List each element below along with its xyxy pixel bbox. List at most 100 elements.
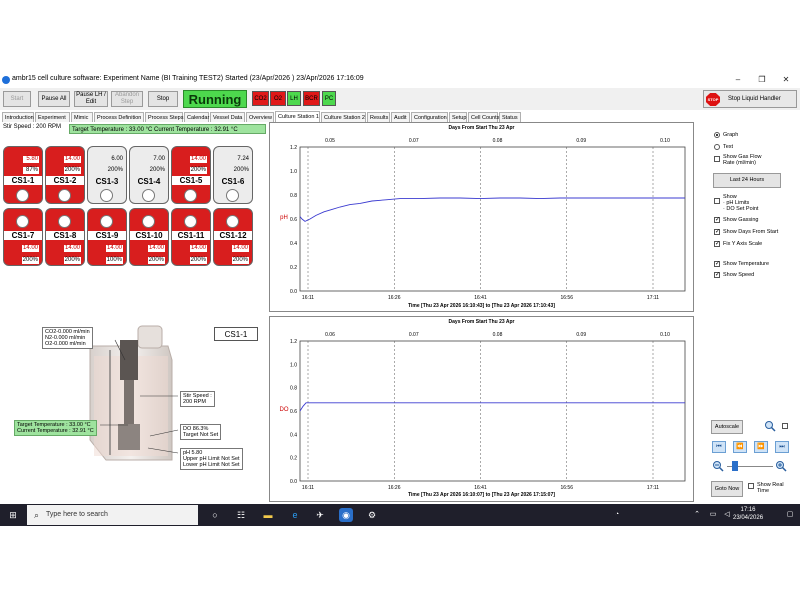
- maximize-button[interactable]: ❐: [752, 74, 772, 86]
- well-name: CS1-3: [95, 177, 119, 186]
- show-gassing-checkbox[interactable]: ✓: [714, 217, 720, 223]
- tab-status[interactable]: Status: [499, 112, 521, 122]
- well-name: CS1-1: [4, 176, 42, 185]
- start-button[interactable]: Start: [3, 91, 31, 107]
- text-radio[interactable]: [714, 144, 720, 150]
- x-tick-label: 17:11: [647, 295, 659, 301]
- stir-speed-status: Stir Speed : 200 RPM: [3, 124, 62, 130]
- tab-results[interactable]: Results: [367, 112, 390, 122]
- rewind-icon[interactable]: ⏪: [733, 441, 747, 453]
- tray-chevron-icon[interactable]: ⌃: [690, 508, 704, 522]
- zoom-slider-thumb[interactable]: [732, 461, 738, 471]
- widgets-icon[interactable]: ☷: [234, 508, 248, 522]
- show-days-checkbox[interactable]: ✓: [714, 229, 720, 235]
- tab-vessel-data[interactable]: Vessel Data: [210, 112, 245, 122]
- edge-icon[interactable]: e: [288, 508, 302, 522]
- top-tick-label: 0.09: [576, 332, 586, 338]
- well-value-1: 14.00: [189, 245, 207, 252]
- app-icon-1[interactable]: ✈: [313, 508, 327, 522]
- show-gas-flow-label: Show Gas Flow Rate (ml/min): [723, 154, 762, 166]
- last-page-icon[interactable]: ⏭: [775, 441, 789, 453]
- zoom-checkbox[interactable]: [782, 423, 788, 429]
- tab-configuration[interactable]: Configuration: [411, 112, 448, 122]
- first-page-icon[interactable]: ⏮: [712, 441, 726, 453]
- volume-icon[interactable]: ◁: [720, 508, 734, 522]
- task-view-icon[interactable]: ○: [208, 508, 222, 522]
- taskbar-clock[interactable]: 17:16 23/04/2026: [733, 506, 763, 522]
- autoscale-button[interactable]: Autoscale: [711, 420, 743, 434]
- graph-radio[interactable]: [714, 132, 720, 138]
- minimize-button[interactable]: –: [728, 74, 748, 86]
- abandon-step-button[interactable]: Abandon Step: [111, 91, 143, 107]
- do-chart[interactable]: 1.2 1.0 0.8 0.6 0.4 0.2 0.0 DO 16:11 16:26 16:41 16…: [270, 317, 693, 501]
- pc-indicator: PC: [322, 91, 336, 106]
- tab-experiment[interactable]: Experiment: [35, 112, 70, 122]
- well-cs1-8[interactable]: 14.00 200% CS1-8: [45, 208, 85, 266]
- settings-gear-icon[interactable]: ⚙: [365, 508, 379, 522]
- fix-y-axis-label: Fix Y Axis Scale: [723, 241, 763, 247]
- fast-forward-icon[interactable]: ⏩: [754, 441, 768, 453]
- well-cs1-1[interactable]: 5.80 87% CS1-1: [3, 146, 43, 204]
- tab-overview[interactable]: Overview: [246, 112, 274, 122]
- fix-y-axis-checkbox[interactable]: ✓: [714, 241, 720, 247]
- windows-start-icon[interactable]: ⊞: [6, 508, 20, 522]
- file-explorer-icon[interactable]: ▬: [261, 508, 275, 522]
- notifications-icon[interactable]: ▢: [783, 508, 797, 522]
- network-icon[interactable]: ▭: [706, 508, 720, 522]
- top-tick-label: 0.08: [493, 138, 503, 144]
- well-value-2: 200%: [63, 257, 81, 264]
- zoom-in-icon[interactable]: [775, 460, 787, 472]
- well-cs1-3[interactable]: 6.00 200% CS1-3: [87, 146, 127, 204]
- tab-process-steps[interactable]: Process Steps: [145, 112, 183, 122]
- close-button[interactable]: ✕: [776, 74, 796, 86]
- ph-chart[interactable]: 1.2 1.0 0.8 0.6 0.4 0.2 0.0 pH 16:11 16:26 16:41 16…: [270, 123, 693, 311]
- tab-introduction[interactable]: Introduction: [2, 112, 34, 122]
- well-cs1-7[interactable]: 14.00 200% CS1-7: [3, 208, 43, 266]
- well-cs1-2[interactable]: 14.00 200% CS1-2: [45, 146, 85, 204]
- well-value-1: 5.80: [23, 156, 39, 163]
- well-cs1-11[interactable]: 14.00 200% CS1-11: [171, 208, 211, 266]
- stop-liquid-handler-button[interactable]: STOP Stop Liquid Handler: [703, 90, 797, 108]
- pause-all-button[interactable]: Pause All: [38, 91, 70, 107]
- y-tick-label: 1.0: [290, 362, 297, 368]
- well-name: CS1-6: [221, 177, 245, 186]
- tab-culture-station-2[interactable]: Culture Station 2: [321, 112, 366, 122]
- tab-setup[interactable]: Setup: [449, 112, 467, 122]
- taskbar-search[interactable]: ⌕ Type here to search: [27, 505, 198, 525]
- bcr-indicator: BCR: [303, 91, 320, 106]
- ambr-app-icon[interactable]: ◉: [339, 508, 353, 522]
- tab-calendar[interactable]: Calendar: [184, 112, 209, 122]
- well-cs1-12[interactable]: 14.00 200% CS1-12: [213, 208, 253, 266]
- y-tick-label: 0.8: [290, 386, 297, 392]
- well-name: CS1-8: [46, 231, 84, 240]
- tab-audit[interactable]: Audit: [391, 112, 410, 122]
- top-tick-label: 0.08: [493, 332, 503, 338]
- well-cs1-6[interactable]: 7.24 200% CS1-6: [213, 146, 253, 204]
- tab-cell-counts[interactable]: Cell Counts: [468, 112, 499, 122]
- show-speed-checkbox[interactable]: ✓: [714, 272, 720, 278]
- well-cs1-9[interactable]: 14.00 100% CS1-9: [87, 208, 127, 266]
- zoom-magnifier-icon[interactable]: [764, 420, 776, 432]
- well-cs1-5[interactable]: 14.00 200% CS1-5: [171, 146, 211, 204]
- show-real-time-checkbox[interactable]: [748, 483, 754, 489]
- tab-process-definition[interactable]: Process Definition: [94, 112, 144, 122]
- lh-indicator: LH: [287, 91, 301, 106]
- tab-mimic[interactable]: Mimic: [71, 112, 93, 122]
- vessel-stir-readout: Stir Speed : 200 RPM: [180, 391, 215, 407]
- x-tick-label: 16:41: [474, 485, 487, 491]
- pause-lh-edit-button[interactable]: Pause LH / Edit: [74, 91, 108, 107]
- show-temperature-checkbox[interactable]: ✓: [714, 261, 720, 267]
- tab-culture-station-1[interactable]: Culture Station 1: [275, 111, 320, 122]
- well-value-1: 14.00: [189, 156, 207, 163]
- well-cs1-10[interactable]: 14.00 200% CS1-10: [129, 208, 169, 266]
- y-tick-label: 0.8: [290, 193, 297, 199]
- stop-button[interactable]: Stop: [148, 91, 178, 107]
- show-gas-flow-checkbox[interactable]: [714, 156, 720, 162]
- well-cs1-4[interactable]: 7.00 200% CS1-4: [129, 146, 169, 204]
- last-24-hours-button[interactable]: Last 24 Hours: [713, 173, 781, 188]
- show-limits-checkbox[interactable]: [714, 198, 720, 204]
- goto-now-button[interactable]: Goto Now: [711, 481, 743, 497]
- well-value-1: 14.00: [63, 245, 81, 252]
- zoom-out-icon[interactable]: [712, 460, 724, 472]
- tray-icons[interactable]: ◔: [610, 508, 624, 522]
